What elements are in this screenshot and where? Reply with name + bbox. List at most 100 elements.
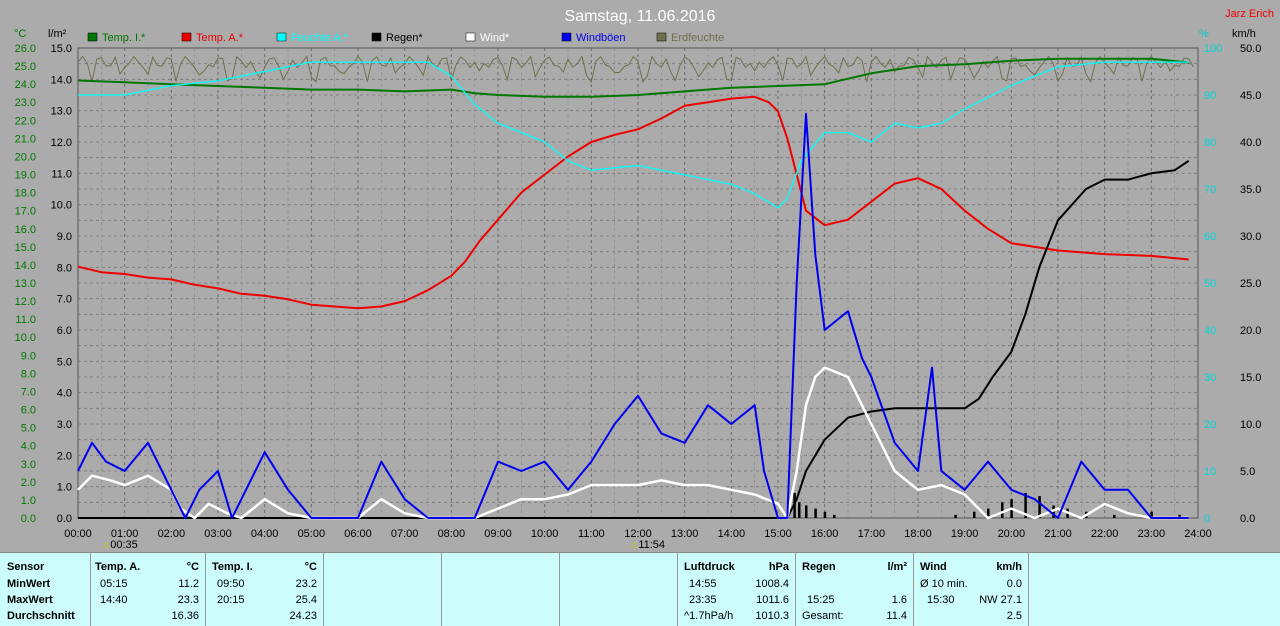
x-tick-label: 11:00 (578, 528, 605, 540)
pressure-unit: hPa (768, 561, 789, 573)
temp-i-header: Temp. I. (212, 561, 253, 573)
right-wind-tick-label: 30.0 (1240, 231, 1261, 243)
wind-avg10-value: 0.0 (1006, 578, 1022, 590)
stats-temp-i-column: Temp. I. °C 09:50 23.2 20:15 25.4 24.23 (205, 553, 324, 626)
right-wind-tick-label: 35.0 (1240, 184, 1261, 196)
x-tick-label: 24:00 (1184, 528, 1212, 540)
left-temp-tick-label: 15.0 (15, 242, 36, 254)
rain-total-value: 11.4 (886, 610, 907, 622)
wind-avg10-label: Ø 10 min. (920, 578, 968, 590)
left-rain-tick-label: 1.0 (57, 482, 72, 494)
right-wind-tick-label: 40.0 (1240, 137, 1261, 149)
pressure-min-value: 1008.4 (755, 578, 789, 590)
x-tick-label: 19:00 (951, 528, 979, 540)
left-rain-tick-label: 14.0 (51, 74, 72, 86)
left-temp-tick-label: 26.0 (15, 43, 36, 55)
pressure-max-time: 23:35 (689, 594, 717, 606)
legend-label: Wind* (480, 32, 510, 44)
left-temp-tick-label: 4.0 (21, 441, 36, 453)
left-temp-tick-label: 12.0 (15, 296, 36, 308)
temp-a-header: Temp. A. (95, 561, 141, 573)
right-wind-tick-label: 45.0 (1240, 90, 1261, 102)
rain-bar (823, 511, 827, 518)
rain-bar (798, 502, 801, 518)
right-wind-tick-label: 5.0 (1240, 466, 1255, 478)
x-tick-label: 06:00 (344, 528, 372, 540)
sun-marker-time: 00:35 (110, 539, 138, 551)
left-rain-tick-label: 6.0 (57, 325, 72, 337)
legend-label: Feuchte A.* (291, 32, 349, 44)
wind-unit: km/h (996, 561, 1022, 573)
stats-wind-column: Wind km/h Ø 10 min. 0.0 15:30 NW 27.1 2.… (913, 553, 1029, 626)
legend-label: Windböen (576, 32, 626, 44)
legend-label: Temp. A.* (196, 32, 244, 44)
legend-swatch (276, 32, 287, 42)
left-rain-tick-label: 3.0 (57, 419, 72, 431)
pressure-min-time: 14:55 (689, 578, 717, 590)
right-axis-unit-wind: km/h (1232, 28, 1256, 40)
x-tick-label: 22:00 (1091, 528, 1119, 540)
pressure-avg-value: 1010.3 (755, 610, 789, 622)
x-tick-label: 02:00 (158, 528, 186, 540)
x-tick-label: 10:00 (531, 528, 559, 540)
left-rain-tick-label: 5.0 (57, 356, 72, 368)
left-rain-tick-label: 12.0 (51, 137, 72, 149)
x-tick-label: 08:00 (438, 528, 466, 540)
rain-total-label: Gesamt: (802, 610, 844, 622)
temp-a-avg-value: 16.36 (171, 610, 199, 622)
left-temp-tick-label: 5.0 (21, 423, 36, 435)
x-tick-label: 23:00 (1138, 528, 1166, 540)
left-temp-tick-label: 21.0 (15, 133, 36, 145)
stats-empty-column-3 (559, 553, 678, 626)
temp-a-max-value: 23.3 (177, 594, 199, 606)
legend-swatch (371, 32, 382, 42)
left-temp-tick-label: 3.0 (21, 459, 36, 471)
legend-label: Regen* (386, 32, 423, 44)
left-temp-tick-label: 14.0 (15, 260, 36, 272)
x-tick-label: 03:00 (204, 528, 232, 540)
left-temp-tick-label: 0.0 (21, 513, 36, 525)
left-rain-tick-label: 4.0 (57, 388, 72, 400)
temp-a-max-time: 14:40 (100, 594, 128, 606)
temp-i-avg-value: 24.23 (289, 610, 317, 622)
right-wind-tick-label: 10.0 (1240, 419, 1261, 431)
right-humidity-tick-label: 50 (1204, 278, 1216, 290)
left-temp-tick-label: 1.0 (21, 495, 36, 507)
right-humidity-tick-label: 70 (1204, 184, 1216, 196)
left-temp-tick-label: 23.0 (15, 97, 36, 109)
legend-swatch (465, 32, 476, 42)
x-tick-label: 00:00 (64, 528, 92, 540)
stats-rain-column: Regen l/m² 15:25 1.6 Gesamt: 11.4 (795, 553, 914, 626)
rain-bar (973, 511, 976, 518)
x-tick-label: 09:00 (484, 528, 512, 540)
right-wind-tick-label: 25.0 (1240, 278, 1261, 290)
right-humidity-tick-label: 100 (1204, 43, 1222, 55)
wind-header: Wind (920, 561, 947, 573)
weather-chart: Samstag, 11.06.2016 Jarz Erich °C l/m² %… (0, 0, 1280, 552)
x-tick-label: 04:00 (251, 528, 279, 540)
pressure-max-value: 1011.6 (756, 594, 789, 606)
row-label-avg: Durchschnitt (7, 610, 75, 622)
chart-title: Samstag, 11.06.2016 (565, 8, 716, 25)
right-wind-tick-label: 20.0 (1240, 325, 1261, 337)
x-tick-label: 15:00 (764, 528, 792, 540)
x-tick-label: 20:00 (998, 528, 1026, 540)
legend-swatch (181, 32, 192, 42)
right-wind-tick-label: 0.0 (1240, 513, 1255, 525)
stats-empty-column-2 (441, 553, 560, 626)
x-tick-label: 14:00 (718, 528, 746, 540)
rain-bar (833, 514, 836, 518)
right-humidity-tick-label: 20 (1204, 419, 1216, 431)
left-temp-tick-label: 10.0 (15, 332, 36, 344)
left-rain-tick-label: 10.0 (51, 200, 72, 212)
x-tick-label: 16:00 (811, 528, 839, 540)
legend-label: Temp. I.* (102, 32, 146, 44)
wind-avg-value: 2.5 (1006, 610, 1022, 622)
left-temp-tick-label: 22.0 (15, 115, 36, 127)
temp-i-min-time: 09:50 (217, 578, 245, 590)
temp-i-max-value: 25.4 (295, 594, 317, 606)
legend-swatch (561, 32, 572, 42)
left-temp-tick-label: 6.0 (21, 405, 36, 417)
right-humidity-tick-label: 10 (1204, 466, 1216, 478)
rain-bar (814, 508, 817, 518)
